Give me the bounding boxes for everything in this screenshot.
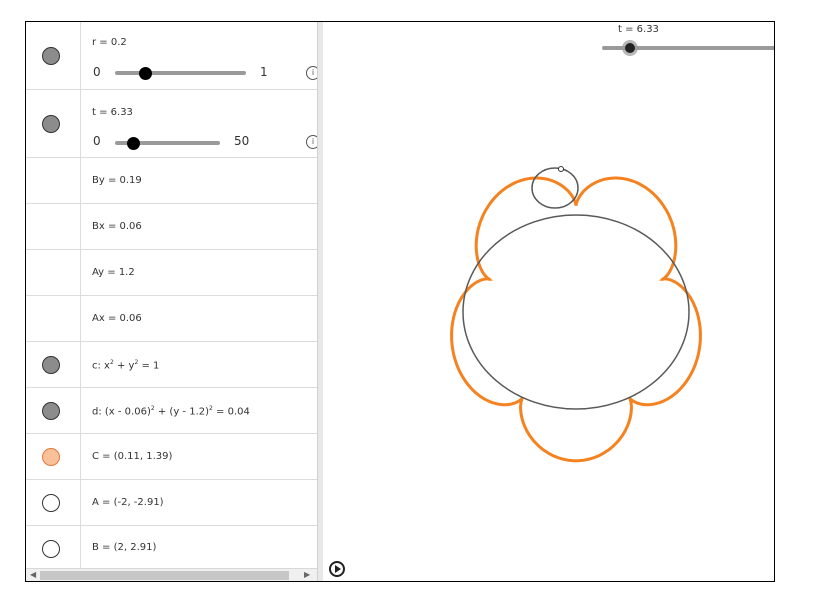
algebra-item-slider-t[interactable]: t = 6.33 0 50 i [26, 90, 317, 158]
marble-column [26, 204, 81, 249]
play-animation-button[interactable] [329, 561, 345, 577]
marble-column [26, 342, 81, 387]
algebra-item-point-B[interactable]: B = (2, 2.91) [26, 526, 317, 568]
algebra-item-point-A[interactable]: A = (-2, -2.91) [26, 480, 317, 526]
marble-column [26, 480, 81, 525]
equation-part: = 0.04 [212, 406, 250, 418]
algebra-item-text: Bx = 0.06 [92, 221, 142, 232]
circle-d-equation: d: (x - 0.06)2 + (y - 1.2)2 = 0.04 [92, 405, 250, 417]
slider-t-min: 0 [93, 134, 101, 148]
graphics-slider-label: t = 6.33 [618, 24, 659, 35]
marble-column [26, 526, 81, 568]
algebra-item-text: Ax = 0.06 [92, 313, 142, 324]
algebra-item-circle-d[interactable]: d: (x - 0.06)2 + (y - 1.2)2 = 0.04 [26, 388, 317, 434]
marble-column [26, 388, 81, 433]
visibility-toggle-B[interactable] [42, 540, 60, 558]
equation-part: c: x [92, 360, 110, 372]
visibility-toggle-C[interactable] [42, 448, 60, 466]
equation-part: + (y - 1.2) [154, 406, 210, 418]
marble-column [26, 250, 81, 295]
slider-r-min: 0 [93, 65, 101, 79]
slider-t-label: t = 6.33 [92, 107, 133, 118]
algebra-item-text: C = (0.11, 1.39) [92, 451, 173, 462]
algebra-item-Bx[interactable]: Bx = 0.06 [26, 204, 317, 250]
algebra-item-text: A = (-2, -2.91) [92, 497, 164, 508]
algebra-item-slider-r[interactable]: r = 0.2 0 1 i [26, 22, 317, 90]
algebra-item-text: By = 0.19 [92, 175, 142, 186]
circle-c-equation: c: x2 + y2 = 1 [92, 359, 159, 371]
scroll-left-arrow-icon[interactable]: ◀ [30, 570, 36, 579]
graphics-canvas[interactable] [323, 22, 775, 582]
algebra-item-text: B = (2, 2.91) [92, 542, 157, 553]
slider-r-knob[interactable] [139, 67, 152, 80]
slider-r-label: r = 0.2 [92, 37, 127, 48]
marble-column [26, 434, 81, 479]
equation-part: + y [113, 360, 135, 372]
algebra-item-circle-c[interactable]: c: x2 + y2 = 1 [26, 342, 317, 388]
marble-column [26, 158, 81, 203]
circle-c [462, 214, 690, 410]
graphics-view[interactable]: t = 6.33 [323, 22, 775, 582]
slider-t-max: 50 [234, 134, 250, 148]
visibility-toggle-c[interactable] [42, 356, 60, 374]
visibility-toggle-A[interactable] [42, 494, 60, 512]
algebra-horizontal-scrollbar[interactable]: ◀ ▶ [26, 568, 317, 581]
algebra-item-text: Ay = 1.2 [92, 267, 135, 278]
equation-part: = 1 [138, 360, 160, 372]
algebra-item-By[interactable]: By = 0.19 [26, 158, 317, 204]
marble-column [26, 90, 81, 157]
algebra-item-point-C[interactable]: C = (0.11, 1.39) [26, 434, 317, 480]
scroll-right-arrow-icon[interactable]: ▶ [304, 570, 310, 579]
algebra-item-Ax[interactable]: Ax = 0.06 [26, 296, 317, 342]
slider-r-track[interactable] [115, 71, 246, 75]
marble-column [26, 22, 81, 89]
slider-r-settings-icon[interactable]: i [306, 66, 317, 80]
circle-d [531, 167, 579, 209]
point-C[interactable] [558, 166, 564, 172]
slider-t-knob[interactable] [127, 137, 140, 150]
visibility-toggle-t[interactable] [42, 115, 60, 133]
visibility-toggle-r[interactable] [42, 47, 60, 65]
slider-r-max: 1 [260, 65, 268, 79]
equation-part: d: (x - 0.06) [92, 406, 151, 418]
scrollbar-thumb[interactable] [40, 571, 289, 580]
epicycloid-curve [450, 176, 702, 463]
slider-t-settings-icon[interactable]: i [306, 135, 317, 149]
geogebra-app: r = 0.2 0 1 i t = 6.33 0 50 i By = 0.19 [25, 21, 775, 582]
algebra-item-Ay[interactable]: Ay = 1.2 [26, 250, 317, 296]
visibility-toggle-d[interactable] [42, 402, 60, 420]
algebra-view: r = 0.2 0 1 i t = 6.33 0 50 i By = 0.19 [26, 22, 317, 568]
graphics-slider-knob[interactable] [625, 43, 635, 53]
marble-column [26, 296, 81, 341]
